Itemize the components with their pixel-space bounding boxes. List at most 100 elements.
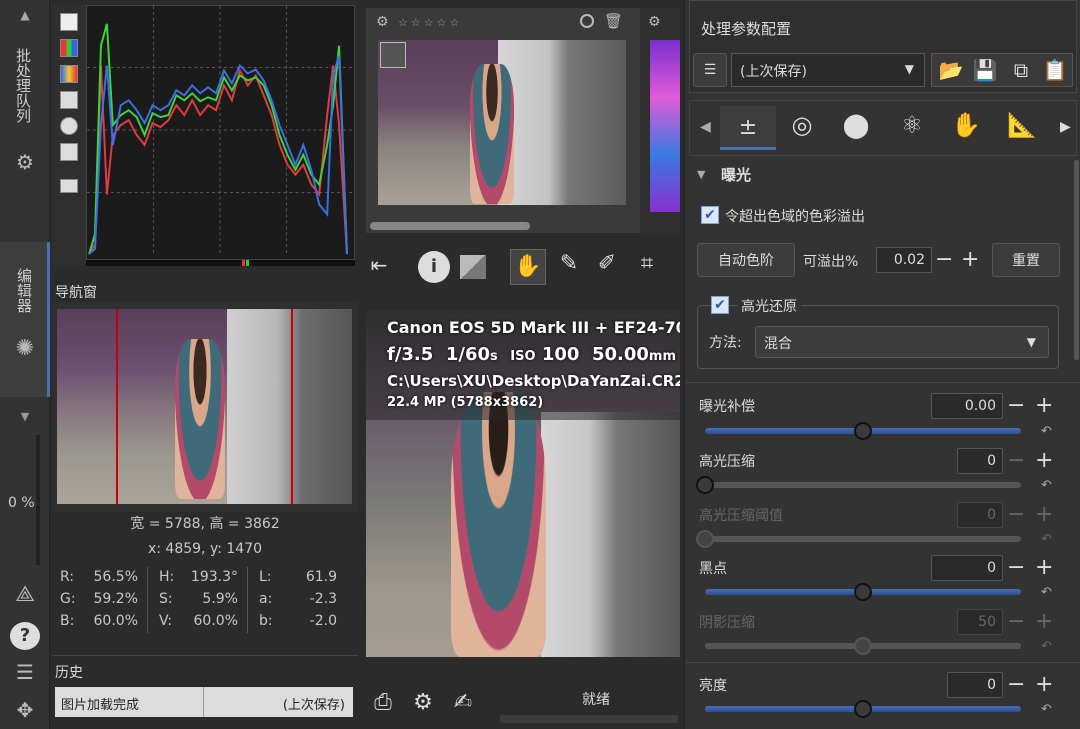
- tool-panel-scrollbar[interactable]: [1074, 160, 1079, 360]
- hand-tool-icon[interactable]: ✋: [510, 249, 546, 285]
- exposure-comp-minus[interactable]: −: [1007, 395, 1025, 417]
- fullscreen-move-icon[interactable]: ✥: [10, 698, 40, 722]
- section-collapse-icon[interactable]: ▼: [697, 168, 705, 181]
- hl-comp-knob[interactable]: [696, 476, 714, 494]
- hl-threshold-knob[interactable]: [696, 530, 714, 548]
- transform-tab-icon[interactable]: 📐: [1002, 111, 1042, 139]
- zoom-slider-track[interactable]: [36, 435, 40, 565]
- hl-comp-minus[interactable]: −: [1007, 450, 1025, 472]
- gear-icon[interactable]: ⚙: [648, 14, 661, 30]
- gear-icon[interactable]: ⚙: [376, 14, 389, 30]
- before-after-icon[interactable]: [460, 255, 486, 279]
- save-image-icon[interactable]: ⎙: [370, 690, 396, 716]
- lightness-knob[interactable]: [854, 700, 872, 718]
- shadow-comp-input[interactable]: 50: [957, 609, 1003, 635]
- hl-threshold-slider[interactable]: [705, 536, 1021, 542]
- gear-icon[interactable]: ⚙: [12, 150, 38, 174]
- more-options-icon[interactable]: [60, 179, 78, 193]
- navigator-thumbnail[interactable]: [57, 309, 352, 504]
- histogram-raw-icon[interactable]: [60, 143, 78, 161]
- trash-icon[interactable]: 🗑: [604, 12, 623, 30]
- shadow-comp-plus[interactable]: +: [1035, 611, 1053, 633]
- channel-luminance-icon[interactable]: [60, 91, 78, 109]
- exposure-comp-plus[interactable]: +: [1035, 395, 1053, 417]
- tabs-scroll-left-icon[interactable]: ◀: [700, 119, 711, 135]
- exposure-comp-input[interactable]: 0.00: [931, 393, 1003, 419]
- shadow-comp-reset-icon[interactable]: ↶: [1041, 639, 1052, 654]
- history-entry[interactable]: 图片加载完成 (上次保存): [55, 687, 353, 717]
- main-preview[interactable]: Canon EOS 5D Mark III + EF24-70 f/3.5 1/…: [366, 292, 680, 657]
- lightness-minus[interactable]: −: [1007, 674, 1025, 696]
- clip-oog-checkbox[interactable]: ✔: [701, 206, 719, 224]
- hl-comp-plus[interactable]: +: [1035, 450, 1053, 472]
- exposure-tab-icon[interactable]: ±: [720, 106, 776, 150]
- filmstrip-scrollbar[interactable]: [370, 222, 530, 230]
- color-tab-icon[interactable]: ⬤: [836, 111, 876, 139]
- copy-profile-icon[interactable]: ⧉: [1006, 58, 1036, 82]
- preferences-icon[interactable]: ☰: [10, 660, 40, 684]
- channel-color-icon[interactable]: [60, 65, 78, 83]
- paste-profile-icon[interactable]: 📋: [1040, 58, 1070, 82]
- lightness-plus[interactable]: +: [1035, 674, 1053, 696]
- rating-stars-icon[interactable]: ☆☆☆☆☆: [398, 16, 462, 29]
- color-label-icon[interactable]: [580, 14, 594, 28]
- crop-icon[interactable]: ⌗: [632, 251, 662, 281]
- hl-comp-slider[interactable]: [705, 482, 1021, 488]
- open-folder-icon[interactable]: 📂: [936, 58, 966, 82]
- hl-threshold-input[interactable]: 0: [957, 502, 1003, 528]
- hide-panel-icon[interactable]: ⇤: [364, 253, 394, 283]
- hl-threshold-reset-icon[interactable]: ↶: [1041, 532, 1052, 547]
- lightness-input[interactable]: 0: [947, 672, 1003, 698]
- hl-comp-reset-icon[interactable]: ↶: [1041, 478, 1052, 493]
- help-icon[interactable]: ?: [10, 622, 40, 650]
- hl-comp-input[interactable]: 0: [957, 448, 1003, 474]
- black-point-plus[interactable]: +: [1035, 557, 1053, 579]
- auto-levels-button[interactable]: 自动色阶: [697, 243, 795, 277]
- black-point-input[interactable]: 0: [931, 555, 1003, 581]
- reset-button[interactable]: 重置: [992, 243, 1060, 277]
- external-editor-icon[interactable]: ✍: [450, 690, 476, 716]
- tab-editor-active[interactable]: [0, 242, 50, 397]
- highlight-recovery-checkbox[interactable]: ✔: [711, 296, 729, 314]
- hl-threshold-plus[interactable]: +: [1035, 504, 1053, 526]
- tabs-scroll-right-icon[interactable]: ▶: [1060, 119, 1071, 135]
- navigator-title: 导航窗: [55, 285, 97, 301]
- black-point-reset-icon[interactable]: ↶: [1041, 585, 1052, 600]
- clip-plus-button[interactable]: +: [961, 249, 979, 271]
- black-point-knob[interactable]: [854, 583, 872, 601]
- advanced-tab-icon[interactable]: ⚛: [892, 111, 932, 139]
- channel-rgb-icon[interactable]: [60, 39, 78, 57]
- clip-value-input[interactable]: 0.02: [876, 247, 932, 273]
- profile-dropdown[interactable]: (上次保存) ▼: [731, 53, 925, 87]
- white-balance-picker-icon[interactable]: ✎: [554, 251, 584, 281]
- aperture-icon[interactable]: ✺: [12, 336, 38, 361]
- profile-list-icon[interactable]: ☰: [693, 53, 727, 87]
- local-tab-icon[interactable]: ✋: [946, 111, 986, 139]
- shadow-comp-minus[interactable]: −: [1007, 611, 1025, 633]
- lab-b-value: -2.0: [309, 613, 337, 629]
- selected-thumbnail[interactable]: [378, 40, 626, 205]
- save-profile-icon[interactable]: 💾: [970, 58, 1000, 82]
- next-thumbnail[interactable]: [650, 40, 680, 212]
- collapse-up-icon[interactable]: ▲: [16, 8, 34, 22]
- detail-tab-icon[interactable]: ◎: [782, 111, 822, 139]
- histogram-scale-icon[interactable]: [60, 13, 78, 31]
- color-picker-icon[interactable]: ✐: [592, 251, 622, 281]
- send-to-editor-icon[interactable]: ⟁: [10, 582, 40, 607]
- lightness-reset-icon[interactable]: ↶: [1041, 702, 1052, 717]
- exposure-comp-knob[interactable]: [854, 422, 872, 440]
- shadow-comp-knob[interactable]: [854, 637, 872, 655]
- method-dropdown[interactable]: 混合 ▼: [755, 326, 1049, 358]
- tool-panel: 处理参数配置 ☰ (上次保存) ▼ 📂 💾 ⧉ 📋 ◀ ± ◎ ⬤ ⚛ ✋ 📐 …: [684, 0, 1080, 729]
- tab-batch-queue[interactable]: 批处理队列: [13, 48, 34, 123]
- collapse-down-icon[interactable]: ▼: [16, 410, 34, 424]
- exposure-comp-reset-icon[interactable]: ↶: [1041, 424, 1052, 439]
- black-point-minus[interactable]: −: [1007, 557, 1025, 579]
- tab-editor[interactable]: 编辑器: [14, 268, 35, 313]
- hl-threshold-minus[interactable]: −: [1007, 504, 1025, 526]
- histogram-mode-icon[interactable]: [60, 117, 78, 135]
- queue-gear-icon[interactable]: ⚙: [410, 690, 436, 716]
- navigator-view-rectangle[interactable]: [116, 309, 293, 504]
- info-icon[interactable]: i: [418, 251, 450, 283]
- clip-minus-button[interactable]: −: [935, 249, 953, 271]
